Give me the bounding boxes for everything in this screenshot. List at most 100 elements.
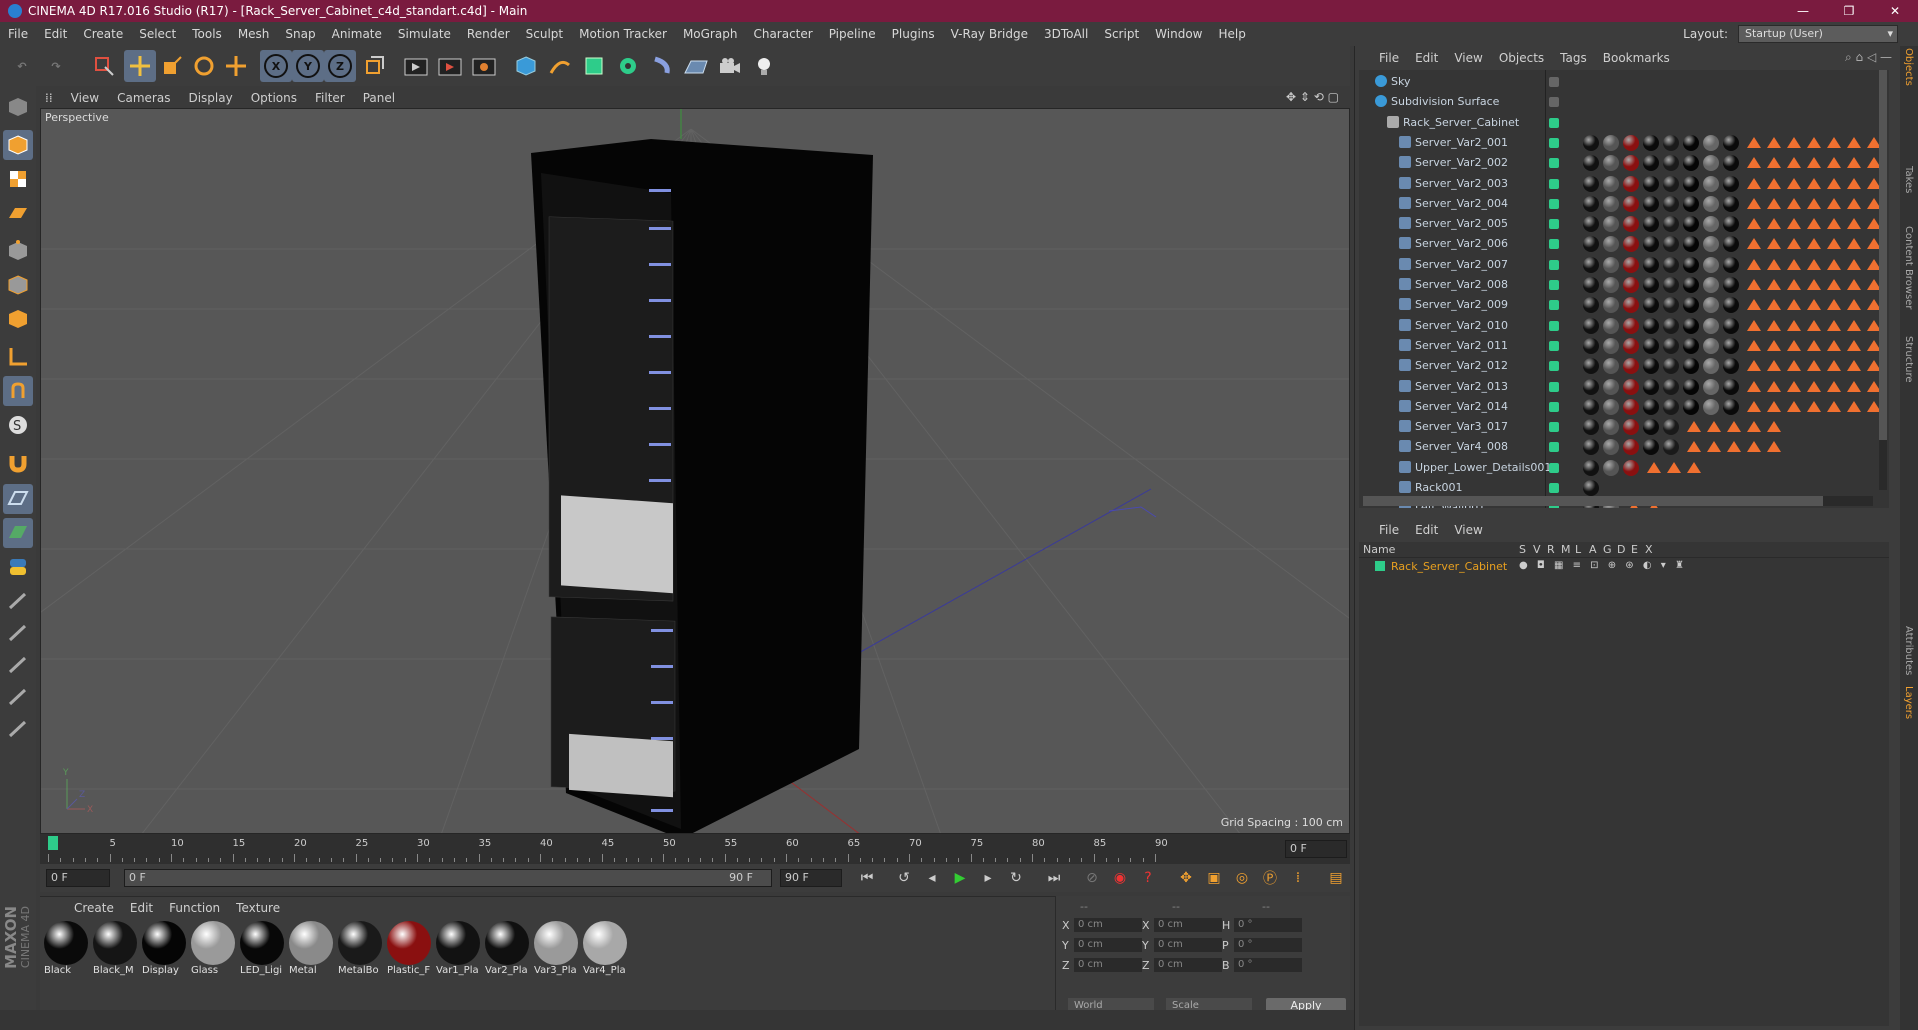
layer-name[interactable]: Rack_Server_Cabinet	[1391, 560, 1507, 573]
material-tag-icon[interactable]	[1603, 378, 1619, 395]
texture-tag-icon[interactable]	[1767, 238, 1781, 250]
object-row[interactable]: Rack001	[1359, 478, 1889, 498]
make-editable-icon[interactable]	[3, 92, 33, 122]
viewport-menu-filter[interactable]: Filter	[306, 91, 354, 105]
texture-tag-icon[interactable]	[1807, 360, 1821, 372]
coord-value-field[interactable]: 0 °	[1234, 958, 1302, 972]
menu-sculpt[interactable]: Sculpt	[518, 22, 571, 46]
material-tag-icon[interactable]	[1583, 216, 1599, 233]
object-row[interactable]: Server_Var2_003	[1359, 174, 1889, 194]
material-tag-icon[interactable]	[1643, 297, 1659, 314]
material-tag-icon[interactable]	[1643, 216, 1659, 233]
maximize-button[interactable]: ❐	[1826, 0, 1872, 22]
material-tag-icon[interactable]	[1663, 277, 1679, 293]
menu-simulate[interactable]: Simulate	[390, 22, 459, 46]
side-tab-attributes[interactable]: Attributes	[1903, 626, 1914, 675]
menu-v-ray-bridge[interactable]: V-Ray Bridge	[943, 22, 1036, 46]
side-tab-objects[interactable]: Objects	[1903, 48, 1914, 86]
side-tab-content-browser[interactable]: Content Browser	[1903, 226, 1914, 309]
deformer-icon[interactable]	[646, 50, 678, 82]
material-tag-icon[interactable]	[1643, 439, 1659, 456]
material-tag-icon[interactable]	[1583, 277, 1599, 293]
texture-tag-icon[interactable]	[1707, 421, 1721, 433]
key-scale-icon[interactable]: ▣	[1202, 866, 1226, 890]
texture-tag-icon[interactable]	[1807, 258, 1821, 270]
rotate-icon[interactable]	[188, 50, 220, 82]
object-name[interactable]: Upper_Lower_Details001	[1415, 461, 1551, 474]
texture-tag-icon[interactable]	[1747, 157, 1761, 169]
material-tag-icon[interactable]	[1723, 195, 1739, 212]
material-tag-icon[interactable]	[1643, 195, 1659, 212]
texture-tag-icon[interactable]	[1687, 441, 1701, 453]
texture-tag-icon[interactable]	[1787, 157, 1801, 169]
horizontal-scrollbar[interactable]	[1363, 496, 1873, 506]
object-row[interactable]: Server_Var3_017	[1359, 417, 1889, 437]
material-tag-icon[interactable]	[1723, 175, 1739, 192]
material-tag-icon[interactable]	[1663, 216, 1679, 233]
material-tag-icon[interactable]	[1623, 175, 1639, 192]
texture-tag-icon[interactable]	[1847, 380, 1861, 392]
material-tag-icon[interactable]	[1663, 155, 1679, 172]
render-settings-icon[interactable]	[468, 50, 500, 82]
material-menu-function[interactable]: Function	[161, 901, 228, 915]
material-tag-icon[interactable]	[1623, 337, 1639, 354]
material-tag-icon[interactable]	[1643, 236, 1659, 253]
material-tag-icon[interactable]	[1683, 297, 1699, 314]
search-icon[interactable]: ⌕ ⌂ ◁ —	[1845, 50, 1892, 65]
coord-value-field[interactable]: 0 cm	[1154, 918, 1222, 932]
go-to-start-icon[interactable]: ⏮	[855, 866, 879, 890]
visibility-toggle[interactable]	[1549, 422, 1559, 433]
sculpt-tool-icon[interactable]	[3, 650, 33, 680]
material-tag-icon[interactable]	[1583, 317, 1599, 334]
layer-column-header[interactable]: D	[1617, 543, 1627, 556]
object-row[interactable]: Server_Var2_006	[1359, 234, 1889, 254]
material-tag-icon[interactable]	[1663, 256, 1679, 273]
material-tag-icon[interactable]	[1683, 155, 1699, 172]
texture-tag-icon[interactable]	[1767, 421, 1781, 433]
tweak-mode-icon[interactable]	[3, 376, 33, 406]
coord-value-field[interactable]: 0 °	[1234, 938, 1302, 952]
material-tag-icon[interactable]	[1663, 297, 1679, 314]
coord-value-field[interactable]: 0 cm	[1154, 958, 1222, 972]
layer-menu-file[interactable]: File	[1371, 523, 1407, 537]
material-tag-icon[interactable]	[1703, 134, 1719, 151]
menu-snap[interactable]: Snap	[277, 22, 323, 46]
texture-tag-icon[interactable]	[1847, 258, 1861, 270]
model-mode-icon[interactable]	[3, 130, 33, 160]
texture-tag-icon[interactable]	[1847, 279, 1861, 290]
visibility-toggle[interactable]	[1549, 219, 1559, 230]
menu-mograph[interactable]: MoGraph	[675, 22, 746, 46]
3d-viewport[interactable]: Perspective Y X Z Grid Spacing: 100 cm	[40, 108, 1350, 834]
object-name[interactable]: Server_Var2_010	[1415, 319, 1508, 332]
texture-tag-icon[interactable]	[1807, 136, 1821, 148]
material-tag-icon[interactable]	[1583, 398, 1599, 415]
material-swatch[interactable]: MetalBo	[338, 921, 382, 979]
coord-value-field[interactable]: 0 cm	[1154, 938, 1222, 952]
material-tag-icon[interactable]	[1623, 317, 1639, 334]
visibility-toggle[interactable]	[1549, 381, 1559, 392]
texture-tag-icon[interactable]	[1847, 197, 1861, 209]
texture-tag-icon[interactable]	[1747, 238, 1761, 250]
side-tab-layers[interactable]: Layers	[1903, 686, 1914, 719]
material-tag-icon[interactable]	[1623, 256, 1639, 273]
texture-tag-icon[interactable]	[1767, 258, 1781, 270]
viewport-menu-display[interactable]: Display	[179, 91, 241, 105]
material-tag-icon[interactable]	[1623, 358, 1639, 375]
object-name[interactable]: Rack_Server_Cabinet	[1403, 116, 1519, 129]
visibility-toggle[interactable]	[1549, 300, 1559, 311]
texture-tag-icon[interactable]	[1787, 279, 1801, 290]
vertical-scrollbar-thumb[interactable]	[1879, 70, 1887, 440]
material-tag-icon[interactable]	[1623, 439, 1639, 456]
material-tag-icon[interactable]	[1583, 134, 1599, 151]
object-row[interactable]: Server_Var2_009	[1359, 295, 1889, 315]
material-tag-icon[interactable]	[1683, 256, 1699, 273]
texture-tag-icon[interactable]	[1767, 299, 1781, 311]
material-swatch[interactable]: Var2_Pla	[485, 921, 529, 979]
go-to-end-icon[interactable]: ⏭	[1042, 866, 1066, 890]
edges-mode-icon[interactable]	[3, 270, 33, 300]
material-tag-icon[interactable]	[1723, 317, 1739, 334]
texture-tag-icon[interactable]	[1787, 197, 1801, 209]
texture-tag-icon[interactable]	[1767, 380, 1781, 392]
material-swatch[interactable]: Glass	[191, 921, 235, 979]
material-tag-icon[interactable]	[1683, 175, 1699, 192]
